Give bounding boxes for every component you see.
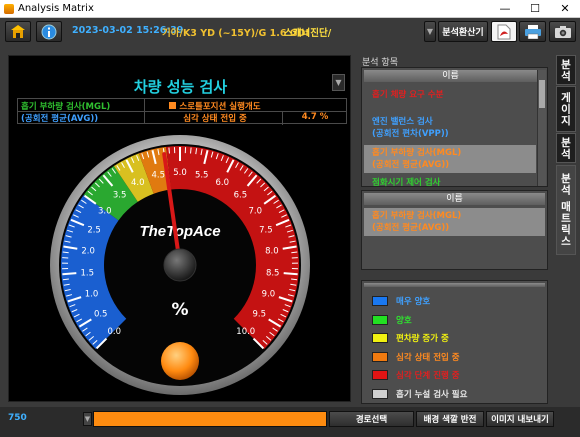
gauge-tick	[190, 147, 192, 154]
legend-label: 심각 단계 진행 중	[396, 371, 460, 381]
gauge-tick	[62, 251, 69, 254]
list-scrollbar[interactable]	[537, 70, 546, 186]
scrollbar-thumb[interactable]	[539, 80, 545, 108]
gauge-panel: 차량 성능 검사 ▼ 흡기 부하량 검사(MGL) 스로틀포지션 실행개도 (공…	[8, 55, 351, 402]
gauge-tick-label: 7.5	[259, 225, 273, 235]
gauge-tick-label: 0.0	[107, 327, 121, 337]
pdf-button[interactable]	[491, 21, 517, 42]
gauge-tick-label: 3.0	[98, 206, 112, 216]
selected-list: 이름 흡기 부하량 검사(MGL) (공회전 평균(AVG))	[361, 190, 548, 270]
route-select-button[interactable]: 경로선택	[329, 411, 414, 427]
gauge-tick-label: 5.0	[173, 168, 187, 178]
legend-item: 매우 양호	[372, 295, 430, 307]
brand-logo: TheTopAce	[139, 223, 220, 240]
home-icon	[11, 24, 25, 38]
gauge-tick-label: 6.0	[215, 178, 229, 188]
maximize-button[interactable]: ☐	[520, 0, 550, 18]
tab-analysis-matrix[interactable]: 분석 매트릭스	[556, 165, 576, 255]
vehicle-dropdown[interactable]: ▼	[424, 21, 436, 42]
legend-item: 편차량 증가 중	[372, 332, 449, 344]
camera-button[interactable]	[549, 21, 576, 42]
gauge-tick-label: 7.0	[248, 206, 262, 216]
legend-item: 심각 단계 진행 중	[372, 369, 460, 381]
legend-label: 심각 상태 전입 중	[396, 352, 460, 363]
toolbar: 2023-03-02 15:26:39 기아/K3 YD (~15Y)/G 1.…	[0, 18, 580, 45]
gauge-tick-label: 1.0	[85, 290, 99, 300]
app-icon	[4, 3, 14, 14]
list-item[interactable]: 엔진 밸런스 검사 (공회전 편차(VPP))	[364, 114, 536, 142]
legend-label: 편차량 증가 중	[396, 334, 449, 344]
progress-bar	[93, 411, 327, 427]
info-button[interactable]	[36, 21, 62, 42]
legend-swatch	[372, 296, 388, 306]
gauge-tick	[62, 272, 77, 276]
list-item-selected[interactable]: 흡기 부하량 검사(MGL) (공회전 평균(AVG))	[364, 145, 536, 173]
close-button[interactable]: ✕	[550, 0, 580, 18]
legend-label: 양호	[396, 315, 412, 326]
tab-analysis-2[interactable]: 분석	[556, 133, 576, 163]
progress-fill	[94, 412, 326, 426]
legend-item: 흡기 누설 검사 필요	[372, 388, 467, 400]
pdf-icon	[497, 24, 511, 39]
legend-swatch	[372, 314, 388, 325]
title-bar: Analysis Matrix — ☐ ✕	[0, 0, 580, 18]
gauge-tick-label: 3.5	[113, 190, 127, 200]
chevron-down-icon: ▼	[426, 27, 434, 36]
invert-background-button[interactable]: 배경 색깔 반전	[416, 411, 484, 427]
export-image-button[interactable]: 이미지 내보내기	[486, 411, 554, 427]
legend-item: 양호	[372, 314, 412, 326]
legend-item: 심각 상태 전입 중	[372, 351, 460, 363]
gauge-tick-label: 10.0	[236, 327, 255, 337]
tab-gauge[interactable]: 게이지	[556, 86, 576, 132]
gauge-tick-label: 4.0	[131, 178, 145, 188]
legend-swatch	[372, 370, 388, 380]
status-indicator-ball	[161, 342, 199, 380]
list-item[interactable]: 흡기 체량 요구 수분	[364, 86, 536, 101]
gauge-tick-label: 9.0	[262, 290, 276, 300]
legend-swatch	[372, 333, 388, 343]
value-readout: 750	[8, 413, 27, 423]
printer-icon	[524, 24, 541, 39]
gauge-tick-label: 2.5	[87, 225, 101, 235]
gauge-tick-label: 0.5	[94, 310, 108, 320]
analysis-list: 이름 흡기 체량 요구 수분 엔진 밸런스 검사 (공회전 편차(VPP)) 흡…	[361, 67, 548, 188]
analysis-converter-button[interactable]: 분석환산기	[438, 21, 488, 42]
home-button[interactable]	[5, 21, 31, 42]
gauge-tick-label: 5.5	[195, 171, 209, 181]
gauge-hub	[163, 248, 197, 282]
list-header-name[interactable]: 이름	[364, 70, 537, 82]
list-item[interactable]: 점화시기 제어 검사	[364, 176, 536, 188]
bottom-bar: 750 ▼ 경로선택 배경 색깔 반전 이미지 내보내기	[0, 407, 580, 437]
list-header-name[interactable]: 이름	[364, 193, 545, 205]
gauge-tick-label: 9.5	[253, 310, 267, 320]
legend-label: 매우 양호	[396, 297, 431, 307]
gauge-tick	[283, 272, 298, 276]
window-title: Analysis Matrix	[18, 3, 94, 14]
gauge-tick-label: 2.0	[81, 246, 95, 256]
gauge-tick-label: 6.5	[234, 190, 248, 200]
tab-analysis[interactable]: 분석	[556, 55, 576, 85]
legend-label: 흡기 누설 검사 필요	[396, 389, 468, 400]
gauge-unit: %	[171, 300, 188, 320]
value-dropdown[interactable]: ▼	[83, 412, 92, 426]
gauge-tick-label: 8.0	[265, 246, 279, 256]
gauge-dial: 0.0 0.5 1.0 1.5 2.0 2.5 3.03.5 4.0 4.5 5.0 5.5 6.0 6…	[50, 135, 310, 395]
gauge-tick	[291, 251, 298, 254]
camera-icon	[554, 25, 571, 38]
list-item-selected[interactable]: 흡기 부하량 검사(MGL) (공회전 평균(AVG))	[364, 208, 545, 236]
gauge-tick-label: 1.5	[81, 268, 95, 278]
chevron-down-icon: ▼	[84, 415, 91, 423]
legend-header	[364, 283, 545, 287]
info-icon	[41, 24, 57, 39]
print-button[interactable]	[519, 21, 546, 42]
gauge-tick-label: 8.5	[266, 268, 280, 278]
gauge-tick	[168, 147, 170, 154]
legend-panel: 매우 양호양호편차량 증가 중심각 상태 전입 중심각 단계 진행 중흡기 누설…	[361, 280, 548, 404]
mode-text: 스캐너진단/	[284, 28, 332, 39]
legend-swatch	[372, 351, 388, 362]
legend-swatch	[372, 388, 388, 399]
gauge-tick-label: 4.5	[152, 171, 166, 181]
minimize-button[interactable]: —	[490, 0, 520, 18]
